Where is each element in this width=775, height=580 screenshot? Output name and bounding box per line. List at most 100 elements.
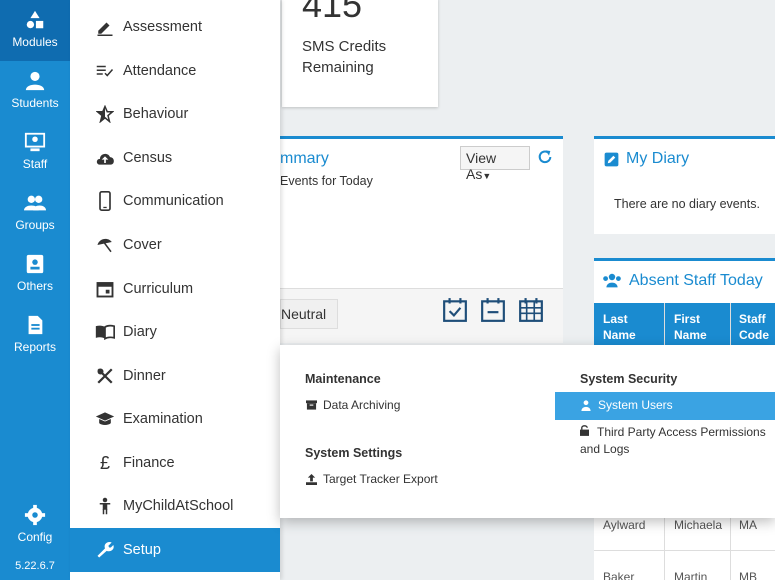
rail-item-modules[interactable]: Modules bbox=[0, 0, 70, 61]
menu-item-behaviour[interactable]: Behaviour bbox=[70, 92, 280, 136]
refresh-icon[interactable] bbox=[537, 149, 553, 165]
summary-panel: mmary View As▼ Events for Today bbox=[280, 136, 563, 288]
umbrella-icon bbox=[95, 235, 115, 255]
pound-icon: £ bbox=[99, 452, 110, 473]
neutral-button[interactable]: Neutral bbox=[280, 299, 338, 329]
menu-item-census[interactable]: Census bbox=[70, 136, 280, 180]
my-diary-panel: My Diary There are no diary events. bbox=[594, 136, 775, 234]
menu-item-mychildatschool[interactable]: MyChildAtSchool bbox=[70, 484, 280, 528]
menu-item-finance[interactable]: £ Finance bbox=[70, 441, 280, 485]
menu-item-attendance[interactable]: Attendance bbox=[70, 49, 280, 93]
summary-footer: Neutral bbox=[280, 288, 563, 343]
archive-icon bbox=[305, 399, 317, 411]
star-half-icon bbox=[95, 104, 115, 124]
child-icon bbox=[95, 496, 115, 516]
wrench-icon bbox=[95, 540, 115, 560]
rail-label: Groups bbox=[15, 218, 55, 232]
user-icon bbox=[580, 399, 592, 411]
menu-item-label: MyChildAtSchool bbox=[123, 498, 234, 514]
utensils-icon bbox=[95, 366, 115, 386]
rail-item-groups[interactable]: Groups bbox=[0, 183, 70, 244]
view-as-dropdown[interactable]: View As▼ bbox=[460, 146, 530, 182]
column-header-last-name[interactable]: Last Name bbox=[603, 311, 636, 343]
users-icon bbox=[603, 273, 621, 288]
menu-item-dinner[interactable]: Dinner bbox=[70, 354, 280, 398]
my-diary-title: My Diary bbox=[626, 150, 690, 167]
rail-item-reports[interactable]: Reports bbox=[0, 305, 70, 366]
calendar-minus-icon[interactable] bbox=[480, 297, 506, 323]
book-open-icon bbox=[95, 322, 115, 342]
system-settings-heading: System Settings bbox=[305, 446, 403, 460]
rail-label: Staff bbox=[22, 157, 48, 171]
rail-item-others[interactable]: Others bbox=[0, 244, 70, 305]
calendar-icon bbox=[95, 279, 115, 299]
menu-item-label: Curriculum bbox=[123, 281, 194, 297]
rail-label: Config bbox=[17, 530, 53, 544]
menu-item-diary[interactable]: Diary bbox=[70, 310, 280, 354]
cell-last-name: Aylward bbox=[603, 518, 646, 532]
cell-staff-code: MB bbox=[739, 570, 757, 580]
others-icon bbox=[26, 254, 44, 274]
rail-label: Others bbox=[16, 279, 53, 293]
rail-label: Students bbox=[11, 96, 59, 110]
caret-down-icon: ▼ bbox=[482, 171, 492, 181]
pencil-square-icon bbox=[604, 152, 619, 167]
rail-item-students[interactable]: Students bbox=[0, 61, 70, 122]
menu-item-label: Finance bbox=[123, 455, 175, 471]
menu-item-label: Diary bbox=[123, 324, 157, 340]
upload-icon bbox=[305, 473, 317, 485]
table-row[interactable]: Baker Martin MB bbox=[594, 551, 775, 580]
menu-item-label: Behaviour bbox=[123, 106, 189, 122]
menu-item-setup[interactable]: Setup bbox=[70, 528, 280, 572]
menu-item-label: Dinner bbox=[123, 368, 166, 384]
rail-item-staff[interactable]: Staff bbox=[0, 122, 70, 183]
column-header-first-name[interactable]: First Name bbox=[674, 311, 707, 343]
menu-item-examination[interactable]: Examination bbox=[70, 397, 280, 441]
staff-icon bbox=[24, 132, 46, 152]
system-security-heading: System Security bbox=[580, 372, 678, 386]
version-label: 5.22.6.7 bbox=[15, 560, 55, 572]
menu-item-cover[interactable]: Cover bbox=[70, 223, 280, 267]
calendar-check-icon[interactable] bbox=[442, 297, 468, 323]
sms-credits-card: 415 SMS Credits Remaining bbox=[282, 0, 438, 107]
menu-item-label: Communication bbox=[123, 193, 224, 209]
students-icon bbox=[25, 71, 45, 91]
modules-menu: Assessment Attendance Behaviour Census C… bbox=[70, 0, 280, 580]
graduation-cap-icon bbox=[95, 409, 115, 429]
modules-icon bbox=[26, 10, 44, 29]
menu-item-communication[interactable]: Communication bbox=[70, 179, 280, 223]
menu-item-assessment[interactable]: Assessment bbox=[70, 5, 280, 49]
gear-icon bbox=[24, 504, 46, 526]
cell-staff-code: MA bbox=[739, 518, 757, 532]
absent-staff-title: Absent Staff Today bbox=[629, 272, 763, 289]
cell-first-name: Martin bbox=[674, 570, 708, 580]
data-archiving-link[interactable]: Data Archiving bbox=[305, 398, 400, 412]
diary-empty-text: There are no diary events. bbox=[614, 197, 760, 211]
rail-label: Modules bbox=[12, 35, 58, 49]
unlock-icon bbox=[580, 424, 592, 441]
menu-item-label: Census bbox=[123, 150, 173, 166]
rail-label: Reports bbox=[13, 340, 57, 354]
summary-title: mmary bbox=[280, 150, 329, 167]
sms-credits-count: 415 bbox=[302, 0, 363, 25]
list-check-icon bbox=[95, 61, 115, 81]
calendar-grid-icon[interactable] bbox=[518, 297, 544, 323]
rail-item-config[interactable]: Config bbox=[0, 495, 70, 556]
menu-item-label: Cover bbox=[123, 237, 162, 253]
cloud-upload-icon bbox=[95, 148, 115, 168]
menu-item-curriculum[interactable]: Curriculum bbox=[70, 267, 280, 311]
column-header-staff-code[interactable]: Staff Code bbox=[739, 311, 769, 343]
menu-item-label: Assessment bbox=[123, 19, 202, 35]
target-tracker-export-link[interactable]: Target Tracker Export bbox=[305, 472, 438, 486]
cell-first-name: Michaela bbox=[674, 518, 723, 532]
menu-item-label: Examination bbox=[123, 411, 203, 427]
events-heading: Events for Today bbox=[280, 174, 373, 188]
maintenance-heading: Maintenance bbox=[305, 372, 381, 386]
third-party-access-link[interactable]: Third Party Access Permissions and Logs bbox=[580, 424, 770, 458]
system-users-link[interactable]: System Users bbox=[580, 398, 673, 412]
absent-table-header: Last Name First Name Staff Code bbox=[594, 303, 775, 349]
menu-item-label: Attendance bbox=[123, 63, 197, 79]
menu-item-label: Setup bbox=[123, 542, 161, 558]
sms-credits-label: SMS Credits Remaining bbox=[302, 38, 387, 76]
groups-icon bbox=[24, 195, 46, 211]
